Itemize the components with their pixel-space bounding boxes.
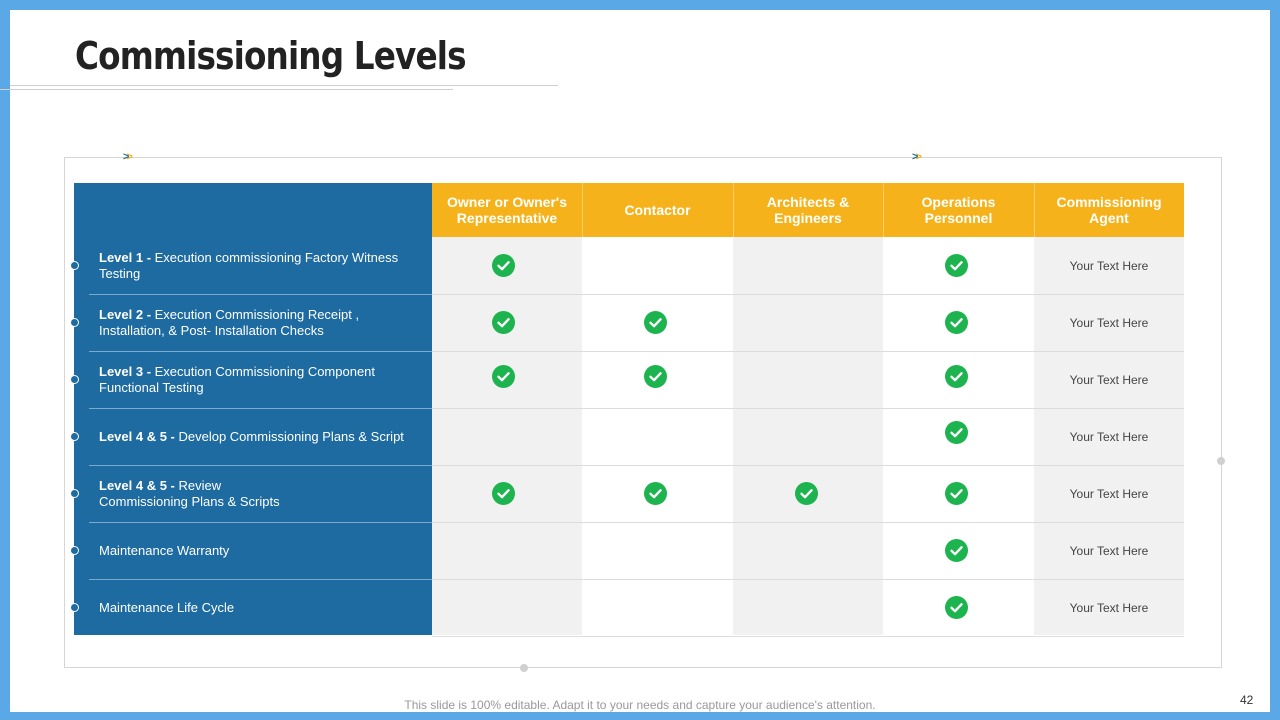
agent-cell-text: Your Text Here xyxy=(1069,430,1149,444)
row-bullet-dot xyxy=(70,317,79,327)
row-divider-left xyxy=(89,579,432,580)
column-header: Commissioning Agent xyxy=(1034,183,1184,237)
row-divider-left xyxy=(89,294,432,295)
check-circle-icon xyxy=(944,538,968,562)
level-prefix: Level 1 - xyxy=(99,249,155,265)
row-divider-left xyxy=(89,351,432,352)
check-circle-icon xyxy=(944,253,968,277)
agent-cell-text: Your Text Here xyxy=(1069,373,1149,387)
check-circle-icon xyxy=(491,310,515,334)
title-underline xyxy=(10,85,558,86)
title-underline-secondary xyxy=(0,89,453,90)
row-divider xyxy=(432,351,1184,352)
row-bullet-dot xyxy=(70,545,79,555)
row-divider-left xyxy=(89,522,432,523)
check-circle-icon xyxy=(491,253,515,277)
check-circle-icon xyxy=(491,481,515,505)
row-divider xyxy=(432,636,1184,637)
row-divider xyxy=(432,579,1184,580)
double-chevron-right-icon: >> xyxy=(123,151,133,163)
level-prefix: Level 2 - xyxy=(99,306,155,322)
check-circle-icon xyxy=(944,310,968,334)
column-header: Architects & Engineers xyxy=(733,183,883,237)
row-bullet-dot xyxy=(70,602,79,612)
check-circle-icon xyxy=(643,481,667,505)
row-bullet-dot xyxy=(70,431,79,441)
check-circle-icon xyxy=(794,481,818,505)
level-description: Maintenance Warranty xyxy=(99,542,230,558)
level-row-label: Level 3 - Execution Commissioning Compon… xyxy=(99,351,424,408)
table-column-background xyxy=(582,237,733,635)
header-divider xyxy=(1034,183,1035,237)
level-row-label: Level 4 & 5 - Develop Commissioning Plan… xyxy=(99,408,424,465)
row-divider xyxy=(432,294,1184,295)
header-divider xyxy=(733,183,734,237)
level-row-label: Maintenance Life Cycle xyxy=(99,579,424,636)
agent-cell-text: Your Text Here xyxy=(1069,601,1149,615)
level-prefix: Level 4 & 5 - xyxy=(99,428,179,444)
level-row-label: Level 4 & 5 - Review Commissioning Plans… xyxy=(99,465,424,522)
level-description: Develop Commissioning Plans & Script xyxy=(178,428,404,444)
agent-cell-text: Your Text Here xyxy=(1069,487,1149,501)
table-column-background xyxy=(733,237,883,635)
frame-end-dot xyxy=(1217,457,1225,465)
column-header: Operations Personnel xyxy=(883,183,1034,237)
check-circle-icon xyxy=(944,481,968,505)
frame-end-dot xyxy=(520,664,528,672)
agent-cell-text: Your Text Here xyxy=(1069,544,1149,558)
header-divider xyxy=(582,183,583,237)
check-circle-icon xyxy=(944,595,968,619)
check-circle-icon xyxy=(643,364,667,388)
footer-note: This slide is 100% editable. Adapt it to… xyxy=(404,698,876,712)
level-description: Maintenance Life Cycle xyxy=(99,599,235,615)
level-row-label: Level 2 - Execution Commissioning Receip… xyxy=(99,294,424,351)
agent-cell-text: Your Text Here xyxy=(1069,259,1149,273)
check-circle-icon xyxy=(491,364,515,388)
page-number: 42 xyxy=(1240,693,1254,707)
level-row-label: Maintenance Warranty xyxy=(99,522,424,579)
check-circle-icon xyxy=(643,310,667,334)
row-divider-left xyxy=(89,408,432,409)
header-divider xyxy=(883,183,884,237)
row-bullet-dot xyxy=(70,488,79,498)
double-chevron-right-icon: >> xyxy=(912,151,922,163)
row-bullet-dot xyxy=(70,374,79,384)
table-column-background xyxy=(432,237,582,635)
level-prefix: Level 4 & 5 - xyxy=(99,477,179,493)
row-divider xyxy=(432,465,1184,466)
agent-cell-text: Your Text Here xyxy=(1069,316,1149,330)
check-circle-icon xyxy=(944,420,968,444)
check-circle-icon xyxy=(944,364,968,388)
row-divider xyxy=(432,408,1184,409)
row-bullet-dot xyxy=(70,260,79,270)
level-prefix: Level 3 - xyxy=(99,363,155,379)
row-divider xyxy=(432,522,1184,523)
level-row-label: Level 1 - Execution commissioning Factor… xyxy=(99,237,424,294)
row-divider-left xyxy=(89,465,432,466)
column-header: Owner or Owner's Representative xyxy=(432,183,582,237)
column-header: Contactor xyxy=(582,183,733,237)
page-title: Commissioning Levels xyxy=(75,34,467,78)
